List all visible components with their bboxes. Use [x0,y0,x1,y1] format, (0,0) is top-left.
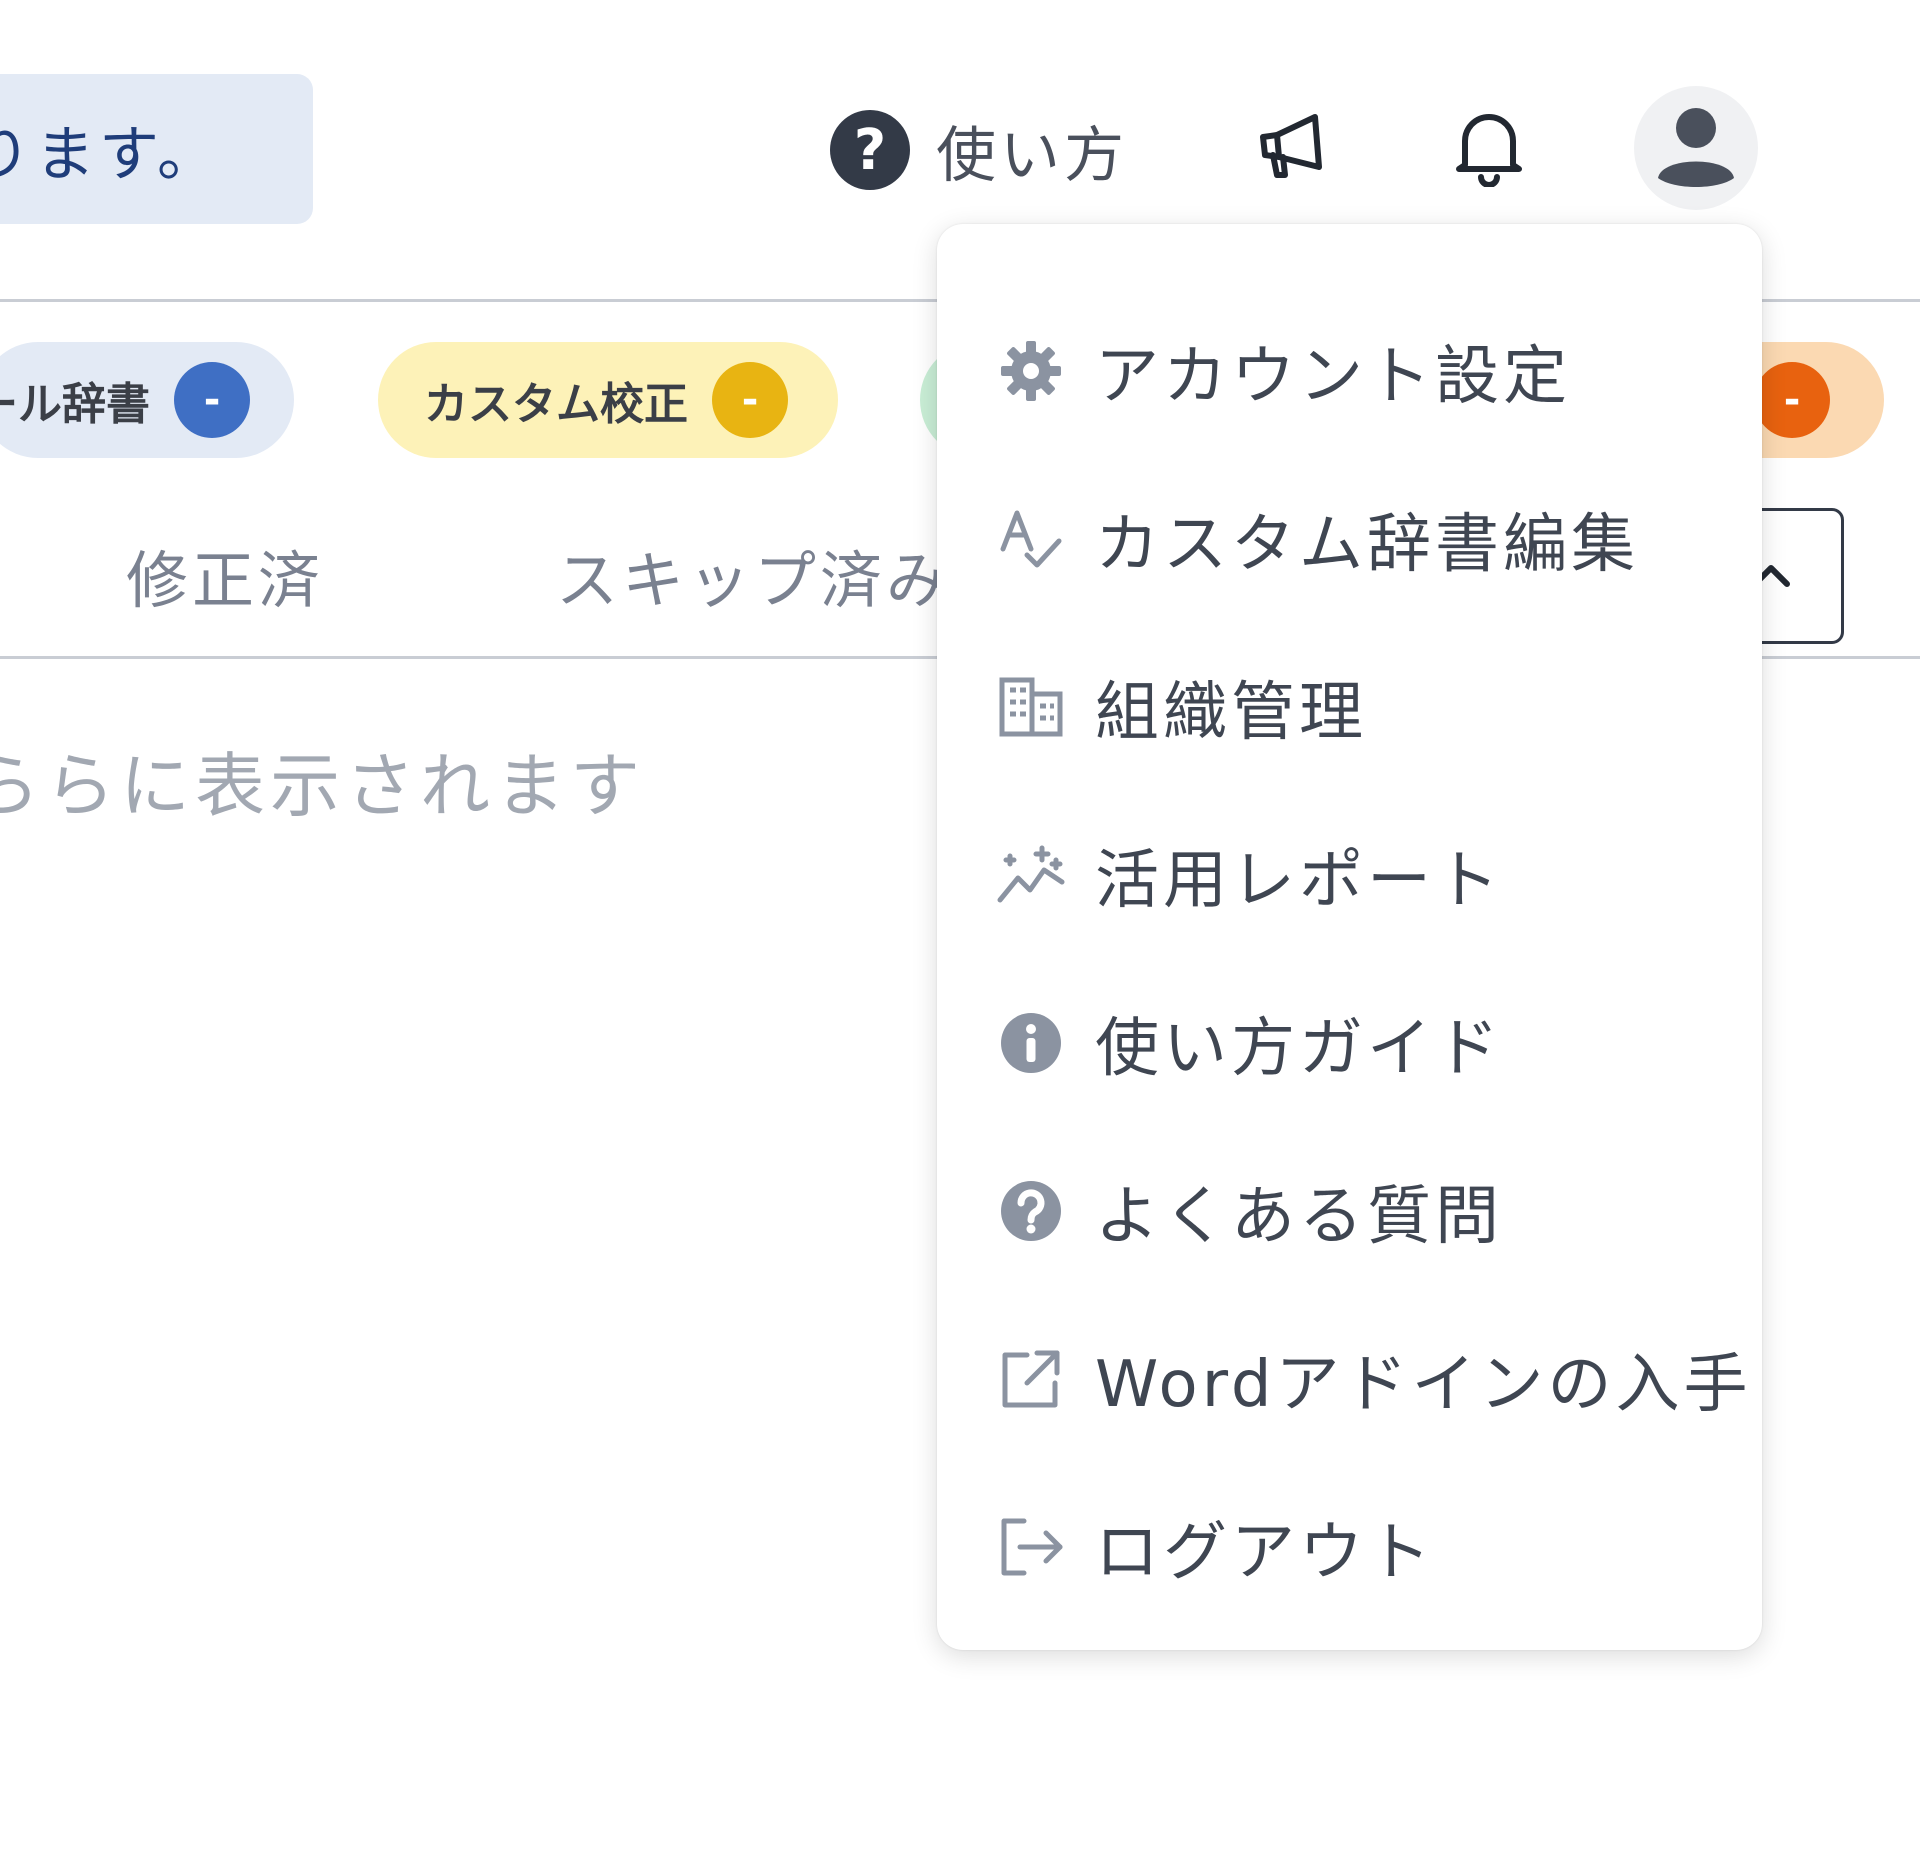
help-link[interactable]: ? 使い方 [830,108,1128,192]
menu-item-logout[interactable]: ログアウト [937,1472,1762,1622]
sparkline-icon [995,839,1067,911]
menu-item-label: よくある質問 [1095,1180,1503,1254]
menu-item-guide[interactable]: 使い方ガイド [937,968,1762,1118]
tab-corrected[interactable]: 修正済 [126,530,324,620]
help-label: 使い方 [936,120,1128,191]
notification-button[interactable] [1444,104,1534,194]
info-circle-icon [995,1007,1067,1079]
notice-banner: ります。 [0,74,313,224]
menu-item-label: 使い方ガイド [1095,1012,1503,1086]
menu-item-label: アカウント設定 [1095,340,1571,414]
empty-hint: ららに表示されます [0,745,645,827]
tab-skipped[interactable]: スキップ済み [556,530,952,620]
chip-count: - [1754,362,1830,438]
chip-label: カスタム校正 [424,379,688,430]
chip-count: - [174,362,250,438]
menu-item-organization[interactable]: 組織管理 [937,632,1762,782]
menu-item-label: カスタム辞書編集 [1095,508,1639,582]
building-icon [995,671,1067,743]
user-icon [1648,98,1744,198]
spellcheck-icon [995,503,1067,575]
chip-dictionary[interactable]: ール辞書 - [0,342,294,458]
chip-custom-check[interactable]: カスタム校正 - [378,342,838,458]
chip-count: - [712,362,788,438]
menu-item-label: 組織管理 [1095,676,1367,750]
notice-text: ります。 [0,119,221,190]
menu-item-label: Wordアドインの入手 [1095,1348,1752,1422]
announcement-button[interactable] [1248,104,1338,194]
user-menu-button[interactable] [1634,86,1758,210]
question-circle-icon: ? [830,110,910,190]
menu-item-word-addin[interactable]: Wordアドインの入手 [937,1304,1762,1454]
gear-icon [995,335,1067,407]
external-link-icon [995,1343,1067,1415]
bell-icon [1451,107,1527,191]
question-circle-icon [995,1175,1067,1247]
user-dropdown-menu: アカウント設定 カスタム辞書編集 組織管理 活用レポート 使い方ガイド よくある… [937,224,1762,1650]
logout-icon [995,1511,1067,1583]
megaphone-icon [1253,107,1333,191]
menu-item-custom-dictionary[interactable]: カスタム辞書編集 [937,464,1762,614]
menu-item-label: 活用レポート [1095,844,1503,918]
chip-label: ール辞書 [0,379,150,430]
menu-item-account-settings[interactable]: アカウント設定 [937,296,1762,446]
menu-item-faq[interactable]: よくある質問 [937,1136,1762,1286]
menu-item-label: ログアウト [1095,1516,1435,1590]
menu-item-usage-report[interactable]: 活用レポート [937,800,1762,950]
